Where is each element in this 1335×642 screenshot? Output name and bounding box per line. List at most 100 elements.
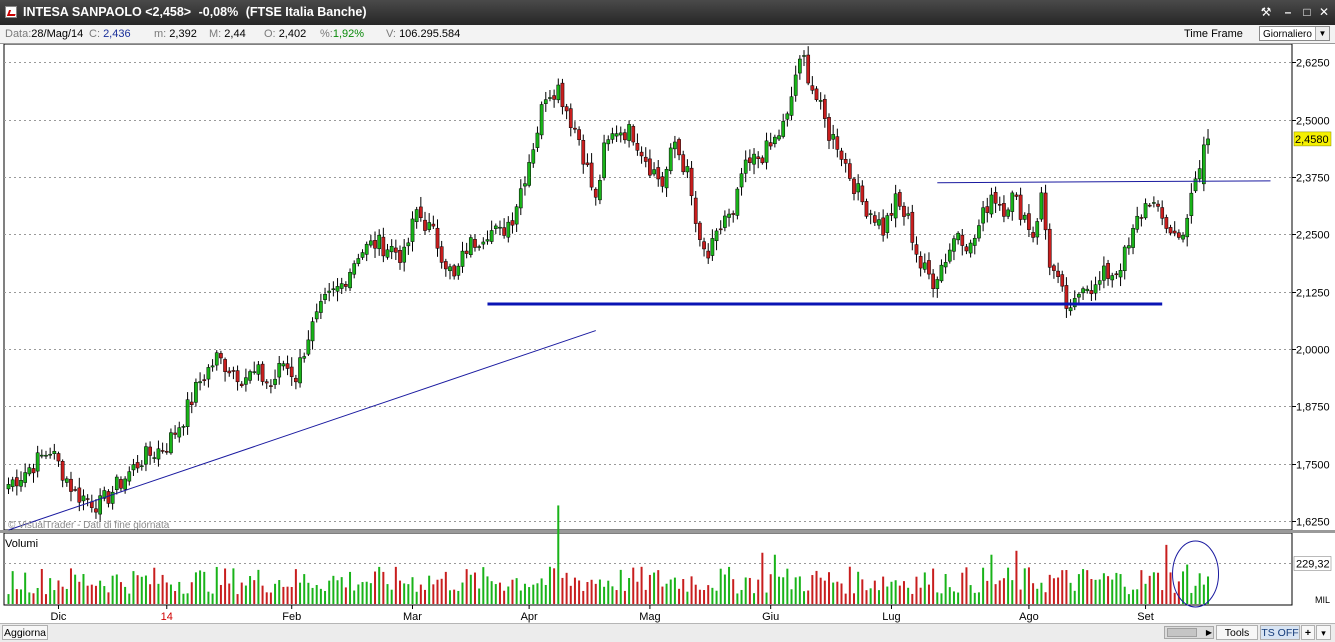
volume-bar-up <box>448 590 451 604</box>
volume-bar-up <box>1186 564 1189 604</box>
add-button[interactable]: + <box>1301 625 1315 640</box>
volume-bar-down <box>836 581 839 604</box>
candle-down <box>960 234 965 246</box>
candle-down <box>239 383 244 386</box>
candle-down <box>269 385 273 387</box>
timeframe-select[interactable]: Giornaliero ▼ <box>1259 26 1330 41</box>
candle-down <box>289 366 294 377</box>
volume-bar-down <box>1090 578 1093 604</box>
chevron-down-icon[interactable]: ▼ <box>1315 27 1329 40</box>
volume-bar-up <box>719 568 722 604</box>
candle-up <box>248 371 252 381</box>
volume-bar-up <box>1136 589 1139 604</box>
candle-up <box>185 399 190 427</box>
candle-down <box>202 379 207 381</box>
candle-down <box>473 239 477 248</box>
candle-down <box>106 491 111 504</box>
candle-up <box>685 166 690 173</box>
volume-bar-up <box>494 584 497 604</box>
candle-up <box>177 427 182 438</box>
volume-bar-up <box>1115 572 1118 604</box>
volume-bar-down <box>911 593 914 604</box>
candle-down <box>1043 192 1048 231</box>
volume-bar-down <box>161 574 164 604</box>
refresh-button[interactable]: Aggiorna <box>2 625 48 640</box>
candle-up <box>1197 168 1202 180</box>
candle-up <box>314 311 319 320</box>
candle-up <box>244 377 248 385</box>
volume-bar-down <box>282 586 285 604</box>
volume-bar-down <box>165 582 168 604</box>
volume-bar-up <box>665 583 668 604</box>
candle-up <box>19 480 23 487</box>
volume-bar-up <box>244 585 247 604</box>
volume-bar-down <box>961 572 964 604</box>
volume-bar-down <box>57 580 60 604</box>
volume-bar-down <box>224 568 227 604</box>
minimize-icon[interactable]: – <box>1280 4 1296 20</box>
volume-bar-up <box>536 583 539 604</box>
close-icon[interactable]: ✕ <box>1316 4 1332 20</box>
volume-bar-up <box>1040 582 1043 604</box>
tools-button[interactable]: Tools <box>1216 625 1258 640</box>
price-chart[interactable]: 2,6250 2,5000 2,3750 2,2500 2,1250 2,0000 1,87… <box>0 44 1335 623</box>
volume-bar-down <box>927 584 930 604</box>
candle-up <box>114 476 119 490</box>
candle-up <box>1035 221 1040 238</box>
ohlc-info-bar: Data:28/Mag/14 C: 2,436 m: 2,392 M: 2,44… <box>0 25 1335 44</box>
candle-up <box>668 147 673 172</box>
volume-bar-up <box>386 584 389 604</box>
volume-bar-down <box>1177 581 1180 604</box>
chart-scrollbar[interactable]: ▶ <box>1164 626 1214 639</box>
ts-toggle-button[interactable]: TS OFF <box>1260 625 1300 640</box>
scroll-thumb[interactable] <box>1167 628 1197 637</box>
volume-bar-up <box>324 590 327 604</box>
candle-up <box>773 136 777 145</box>
volume-bar-down <box>69 568 72 604</box>
candle-down <box>1089 290 1094 295</box>
wrench-icon[interactable]: ⚒ <box>1258 4 1274 20</box>
candle-down <box>173 432 177 435</box>
candle-up <box>339 283 344 289</box>
menu-arrow-button[interactable]: ▾ <box>1316 625 1331 640</box>
maximize-icon[interactable]: □ <box>1299 4 1315 20</box>
candle-up <box>972 237 977 246</box>
candle-up <box>81 495 86 502</box>
volume-bar-up <box>378 566 381 604</box>
volume-bar-up <box>461 582 464 604</box>
volume-bar-up <box>428 575 431 604</box>
volume-bar-down <box>690 576 693 604</box>
candle-up <box>210 365 215 368</box>
candle-down <box>148 446 152 456</box>
volume-bar-down <box>807 590 810 604</box>
candle-down <box>564 106 569 112</box>
candle-up <box>298 357 302 384</box>
candle-down <box>681 154 686 173</box>
candle-down <box>423 219 427 231</box>
y-tick-label: 1,7500 <box>1296 460 1330 472</box>
candle-down <box>718 228 723 231</box>
volume-bar-up <box>715 590 718 604</box>
volume-bar-down <box>1065 570 1068 604</box>
volume-bar-down <box>90 584 93 604</box>
candle-up <box>123 478 127 490</box>
volume-bar-down <box>703 590 706 604</box>
scroll-right-arrow-icon[interactable]: ▶ <box>1206 627 1212 638</box>
volume-bar-up <box>519 590 522 604</box>
volume-bar-up <box>1194 585 1197 604</box>
candle-up <box>10 479 15 487</box>
volume-bar-up <box>407 584 410 604</box>
volume-bar-up <box>1011 580 1014 604</box>
volume-bar-down <box>815 570 818 604</box>
candle-down <box>698 222 702 240</box>
candle-up <box>319 301 323 313</box>
volume-bar-up <box>765 592 768 604</box>
candle-down <box>1164 217 1169 229</box>
volume-bar-down <box>1086 570 1089 604</box>
volume-bar-up <box>340 577 343 604</box>
candle-up <box>35 452 40 472</box>
close-readout: C: 2,436 <box>89 28 131 40</box>
candle-down <box>1031 232 1035 238</box>
candle-up <box>44 454 48 457</box>
volume-bar-up <box>415 591 418 604</box>
